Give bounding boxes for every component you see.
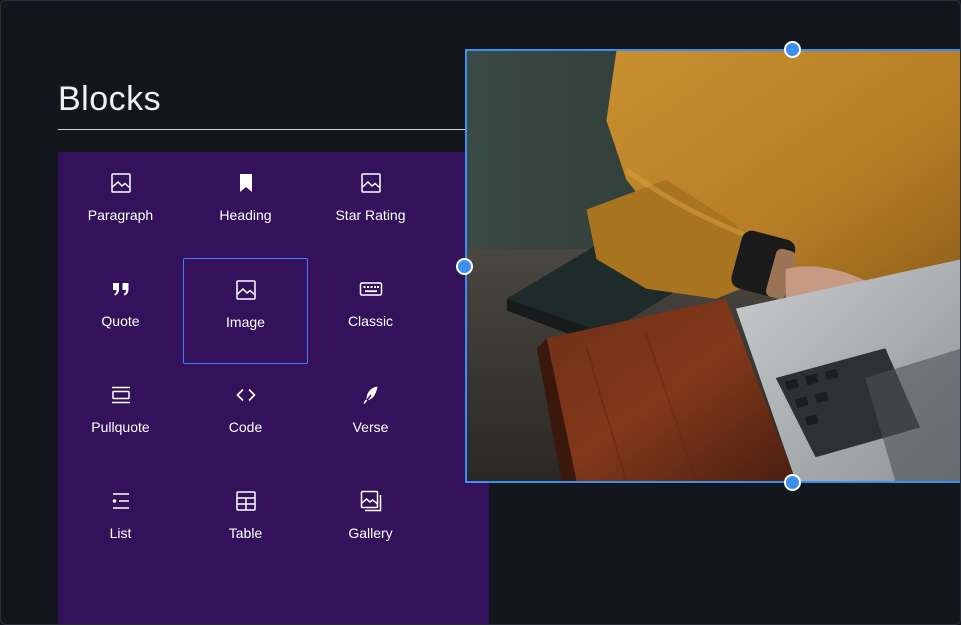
list-icon bbox=[109, 489, 133, 513]
block-quote[interactable]: Quote bbox=[58, 258, 183, 364]
block-label: Classic bbox=[347, 313, 394, 329]
block-label: Star Rating bbox=[335, 207, 406, 223]
block-table[interactable]: Table bbox=[183, 470, 308, 576]
laptop-photo bbox=[467, 51, 960, 481]
block-label: Verse bbox=[352, 419, 389, 435]
block-image[interactable]: Image bbox=[183, 258, 308, 364]
image-icon bbox=[234, 278, 258, 302]
block-label: Gallery bbox=[348, 525, 393, 541]
page-title: Blocks bbox=[58, 80, 162, 118]
feather-icon bbox=[359, 383, 383, 407]
bookmark-icon bbox=[234, 171, 258, 195]
app-frame: Blocks Paragraph Heading Star Rating Quo… bbox=[0, 0, 961, 625]
block-label: Heading bbox=[219, 207, 272, 223]
block-label: Paragraph bbox=[87, 207, 154, 223]
gallery-icon bbox=[359, 489, 383, 513]
block-label: Table bbox=[228, 525, 263, 541]
block-classic[interactable]: Classic bbox=[308, 258, 433, 364]
pullquote-icon bbox=[109, 383, 133, 407]
resize-handle-bottom[interactable] bbox=[784, 474, 801, 491]
block-label: Quote bbox=[101, 313, 140, 329]
image-icon bbox=[359, 171, 383, 195]
block-code[interactable]: Code bbox=[183, 364, 308, 470]
image-icon bbox=[109, 171, 133, 195]
block-gallery[interactable]: Gallery bbox=[308, 470, 433, 576]
block-verse[interactable]: Verse bbox=[308, 364, 433, 470]
blocks-panel: Paragraph Heading Star Rating Quote Imag… bbox=[58, 152, 489, 624]
block-label: Pullquote bbox=[91, 419, 150, 435]
image-block-preview[interactable] bbox=[465, 49, 960, 483]
block-label: List bbox=[109, 525, 132, 541]
title-divider bbox=[58, 129, 466, 130]
block-heading[interactable]: Heading bbox=[183, 152, 308, 258]
block-label: Code bbox=[228, 419, 263, 435]
resize-handle-left[interactable] bbox=[456, 258, 473, 275]
quote-icon bbox=[109, 277, 133, 301]
blocks-grid: Paragraph Heading Star Rating Quote Imag… bbox=[58, 152, 433, 576]
block-list[interactable]: List bbox=[58, 470, 183, 576]
resize-handle-top[interactable] bbox=[784, 41, 801, 58]
keyboard-icon bbox=[359, 277, 383, 301]
block-paragraph[interactable]: Paragraph bbox=[58, 152, 183, 258]
table-icon bbox=[234, 489, 258, 513]
block-pullquote[interactable]: Pullquote bbox=[58, 364, 183, 470]
block-label: Image bbox=[226, 314, 265, 330]
code-icon bbox=[234, 383, 258, 407]
block-star-rating[interactable]: Star Rating bbox=[308, 152, 433, 258]
